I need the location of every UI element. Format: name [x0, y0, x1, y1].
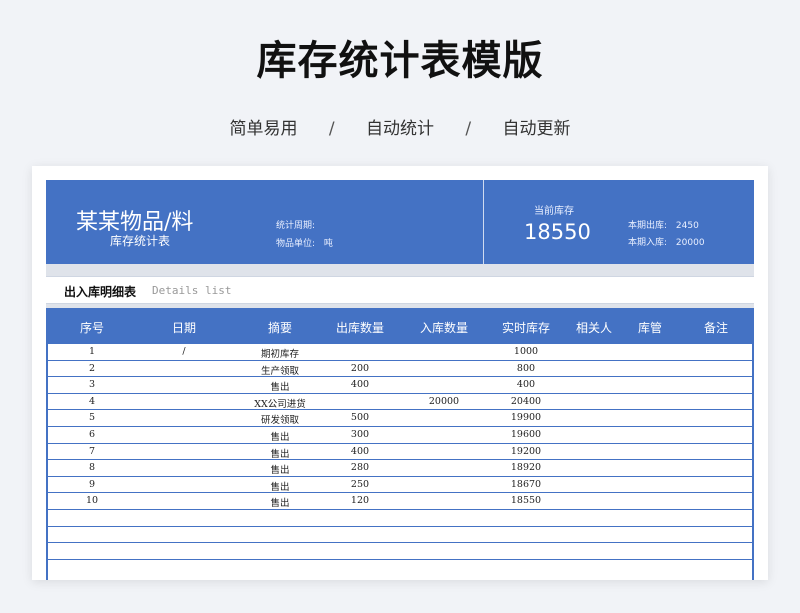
table-cell[interactable]: 研发领取	[240, 412, 320, 426]
unit-info: 物品单位: 吨	[276, 236, 333, 249]
table-cell[interactable]: 400	[320, 379, 400, 390]
table-cell[interactable]: 售出	[240, 446, 320, 460]
table-cell[interactable]: 200	[320, 363, 400, 374]
table-cell[interactable]: 18550	[486, 495, 566, 506]
table-cell[interactable]: 6	[52, 429, 132, 440]
section-header: 出入库明细表 Details list	[46, 276, 754, 304]
table-cell[interactable]: 300	[320, 429, 400, 440]
column-header[interactable]: 备注	[676, 319, 756, 336]
column-header[interactable]: 出库数量	[320, 319, 400, 336]
period-in: 本期入库: 20000	[628, 235, 705, 248]
table-row[interactable]: 9 售出 250 18670	[48, 477, 752, 494]
table-row[interactable]: 8 售出 280 18920	[48, 460, 752, 477]
table-cell[interactable]: 2	[52, 363, 132, 374]
table-cell[interactable]: 10	[52, 495, 132, 506]
table-row[interactable]	[48, 543, 752, 560]
table-cell[interactable]: 500	[320, 412, 400, 423]
table-cell[interactable]: 19600	[486, 429, 566, 440]
table-header: 序号 日期 摘要 出库数量 入库数量 实时库存 相关人 库管 备注	[48, 308, 752, 344]
table-cell[interactable]: 19200	[486, 446, 566, 457]
table-cell[interactable]: 售出	[240, 379, 320, 393]
table-cell[interactable]: 生产领取	[240, 363, 320, 377]
subtitle-separator: /	[328, 119, 335, 139]
period-out: 本期出库: 2450	[628, 218, 699, 231]
table-cell[interactable]: 售出	[240, 495, 320, 509]
table-cell[interactable]: 19900	[486, 412, 566, 423]
current-stock-value: 18550	[524, 220, 591, 244]
section-title: 出入库明细表	[64, 285, 137, 299]
details-table: 序号 日期 摘要 出库数量 入库数量 实时库存 相关人 库管 备注 1 / 期初库存 1000 2 生产领…	[46, 308, 754, 580]
subtitle-item: 自动更新	[502, 119, 571, 139]
table-cell[interactable]: 9	[52, 479, 132, 490]
table-cell[interactable]: 7	[52, 446, 132, 457]
table-cell[interactable]: 250	[320, 479, 400, 490]
column-header[interactable]: 日期	[144, 319, 224, 336]
table-row[interactable]: 2 生产领取 200 800	[48, 361, 752, 378]
table-cell[interactable]: 280	[320, 462, 400, 473]
table-row[interactable]: 5 研发领取 500 19900	[48, 410, 752, 427]
table-cell[interactable]: 4	[52, 396, 132, 407]
column-header[interactable]: 摘要	[240, 319, 320, 336]
header-band: 某某物品/料 库存统计表 统计周期: 物品单位: 吨 当前库存 18550 本期…	[46, 180, 754, 264]
table-row[interactable]: 1 / 期初库存 1000	[48, 344, 752, 361]
table-row[interactable]: 4 XX公司进货 20000 20400	[48, 394, 752, 411]
column-header[interactable]: 序号	[52, 319, 132, 336]
unit-label: 物品单位:	[276, 239, 316, 249]
column-header[interactable]: 入库数量	[404, 319, 484, 336]
table-cell[interactable]: 20000	[404, 396, 484, 407]
unit-value[interactable]: 吨	[324, 239, 333, 249]
table-cell[interactable]: 1	[52, 346, 132, 357]
table-row[interactable]: 10 售出 120 18550	[48, 493, 752, 510]
table-cell[interactable]: 20400	[486, 396, 566, 407]
table-row[interactable]	[48, 510, 752, 527]
table-cell[interactable]: 8	[52, 462, 132, 473]
table-cell[interactable]: 5	[52, 412, 132, 423]
table-cell[interactable]: XX公司进货	[240, 396, 320, 410]
spacer-strip	[46, 264, 754, 276]
current-stock-label: 当前库存	[534, 206, 574, 217]
table-cell[interactable]: 3	[52, 379, 132, 390]
subtitle-separator: /	[465, 119, 472, 139]
spreadsheet-preview: 某某物品/料 库存统计表 统计周期: 物品单位: 吨 当前库存 18550 本期…	[32, 166, 768, 580]
table-row[interactable]	[48, 527, 752, 544]
table-cell[interactable]: 120	[320, 495, 400, 506]
table-cell[interactable]: 400	[486, 379, 566, 390]
period-in-label: 本期入库:	[628, 238, 668, 248]
table-cell[interactable]: 期初库存	[240, 346, 320, 360]
period-out-label: 本期出库:	[628, 221, 668, 231]
period-in-value: 20000	[675, 238, 705, 248]
page-title: 库存统计表模版	[256, 38, 544, 84]
stat-period-label: 统计周期:	[276, 221, 316, 231]
table-cell[interactable]: 18920	[486, 462, 566, 473]
table-cell[interactable]: 400	[320, 446, 400, 457]
table-cell[interactable]: /	[144, 346, 224, 357]
header-divider	[483, 180, 484, 264]
table-cell[interactable]: 1000	[486, 346, 566, 357]
table-cell[interactable]: 售出	[240, 479, 320, 493]
subtitle-item: 简单易用	[229, 119, 298, 139]
table-cell[interactable]: 售出	[240, 462, 320, 476]
item-subtitle: 库存统计表	[110, 234, 171, 248]
table-row[interactable]: 6 售出 300 19600	[48, 427, 752, 444]
table-cell[interactable]: 18670	[486, 479, 566, 490]
table-cell[interactable]: 售出	[240, 429, 320, 443]
subtitle: 简单易用 / 自动统计 / 自动更新	[0, 114, 800, 139]
section-subtitle: Details list	[152, 284, 232, 297]
table-cell[interactable]: 800	[486, 363, 566, 374]
period-out-value: 2450	[675, 221, 699, 231]
table-row[interactable]: 3 售出 400 400	[48, 377, 752, 394]
subtitle-item: 自动统计	[366, 119, 434, 139]
table-row[interactable]: 7 售出 400 19200	[48, 444, 752, 461]
